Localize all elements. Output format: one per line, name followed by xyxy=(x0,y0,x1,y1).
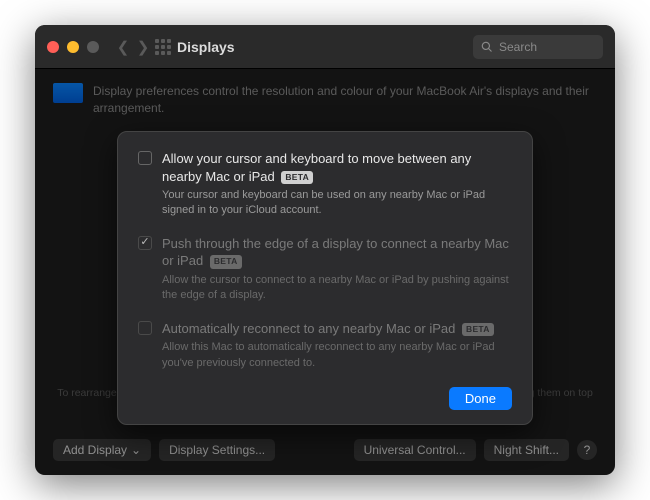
option-allow-cursor: Allow your cursor and keyboard to move b… xyxy=(138,150,512,219)
beta-badge: BETA xyxy=(281,171,313,184)
option-description: Your cursor and keyboard can be used on … xyxy=(162,188,512,219)
titlebar: ❮ ❯ Displays Search xyxy=(35,25,615,69)
option-description: Allow the cursor to connect to a nearby … xyxy=(162,273,512,304)
option-push-edge: Push through the edge of a display to co… xyxy=(138,235,512,304)
checkbox-push-edge[interactable] xyxy=(138,236,152,250)
option-auto-reconnect: Automatically reconnect to any nearby Ma… xyxy=(138,320,512,371)
search-field[interactable]: Search xyxy=(473,35,603,59)
window-title: Displays xyxy=(177,39,473,55)
window-body: Display preferences control the resoluti… xyxy=(35,69,615,475)
back-button[interactable]: ❮ xyxy=(113,38,133,56)
forward-button[interactable]: ❯ xyxy=(133,38,153,56)
checkbox-allow-cursor[interactable] xyxy=(138,151,152,165)
search-placeholder: Search xyxy=(499,40,537,54)
window-controls xyxy=(47,41,99,53)
beta-badge: BETA xyxy=(210,255,242,268)
show-all-icon[interactable] xyxy=(155,39,171,55)
done-button[interactable]: Done xyxy=(449,387,512,410)
universal-control-sheet: Allow your cursor and keyboard to move b… xyxy=(117,131,533,425)
beta-badge: BETA xyxy=(462,323,494,336)
checkbox-auto-reconnect[interactable] xyxy=(138,321,152,335)
close-window-button[interactable] xyxy=(47,41,59,53)
option-title: Push through the edge of a display to co… xyxy=(162,235,512,270)
option-description: Allow this Mac to automatically reconnec… xyxy=(162,340,512,371)
search-icon xyxy=(481,41,493,53)
option-title: Allow your cursor and keyboard to move b… xyxy=(162,150,512,185)
fullscreen-window-button[interactable] xyxy=(87,41,99,53)
minimize-window-button[interactable] xyxy=(67,41,79,53)
sheet-actions: Done xyxy=(138,387,512,410)
option-title: Automatically reconnect to any nearby Ma… xyxy=(162,320,512,338)
preferences-window: ❮ ❯ Displays Search Display preferences … xyxy=(35,25,615,475)
